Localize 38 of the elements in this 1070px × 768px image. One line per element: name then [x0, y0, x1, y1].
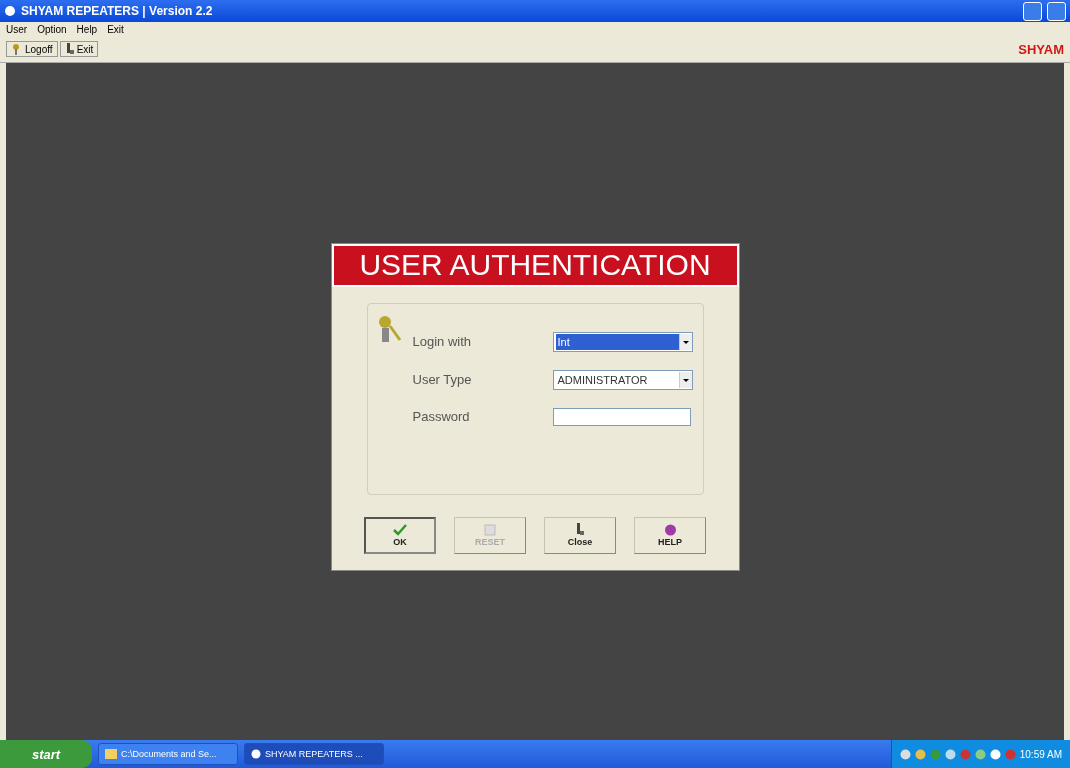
- tray-icon[interactable]: [914, 748, 926, 760]
- toolbar-button[interactable]: Logoff: [6, 41, 58, 57]
- dialog-button[interactable]: Close: [544, 516, 616, 554]
- tray-icon[interactable]: [899, 748, 911, 760]
- menu-item[interactable]: User: [6, 23, 28, 35]
- tray-icon[interactable]: [959, 748, 971, 760]
- toolbar-button[interactable]: Exit: [59, 41, 99, 57]
- clock: 10:59 AM: [1019, 748, 1062, 760]
- door-icon: [575, 523, 585, 536]
- menu-item[interactable]: Option: [37, 23, 67, 35]
- folder-icon: [105, 749, 117, 759]
- tray-icon[interactable]: [974, 748, 986, 760]
- start-button[interactable]: start: [0, 740, 92, 768]
- field-label: Login with: [412, 334, 473, 349]
- tray-icon[interactable]: [1004, 748, 1016, 760]
- app-icon: [251, 749, 261, 759]
- dialog-button[interactable]: HELP: [634, 516, 706, 554]
- app-icon: [4, 5, 16, 17]
- field-label: Password: [412, 409, 471, 424]
- dropdown[interactable]: ADMINISTRATOR: [552, 369, 693, 390]
- field-label: User Type: [412, 372, 473, 387]
- password-field[interactable]: [552, 407, 691, 426]
- menu-item[interactable]: Help: [76, 23, 98, 35]
- window-title: SHYAM REPEATERS | Version 2.2: [21, 4, 214, 18]
- dialog-title: USER AUTHENTICATION: [331, 243, 739, 287]
- taskbar-button[interactable]: SHYAM REPEATERS ...: [244, 743, 384, 765]
- check-icon: [393, 523, 407, 536]
- tray-icon[interactable]: [944, 748, 956, 760]
- menu-item[interactable]: Exit: [107, 23, 124, 35]
- taskbar-button[interactable]: C:\Documents and Se...: [98, 743, 238, 765]
- caret-icon: [678, 371, 692, 388]
- tray-icon[interactable]: [989, 748, 1001, 760]
- dialog-button[interactable]: OK: [364, 516, 436, 554]
- brand-logo: SHYAM: [1018, 41, 1064, 57]
- help-icon: [663, 523, 677, 536]
- document-icon: [484, 523, 496, 536]
- dropdown[interactable]: Int: [552, 331, 693, 352]
- door-icon: [64, 43, 75, 55]
